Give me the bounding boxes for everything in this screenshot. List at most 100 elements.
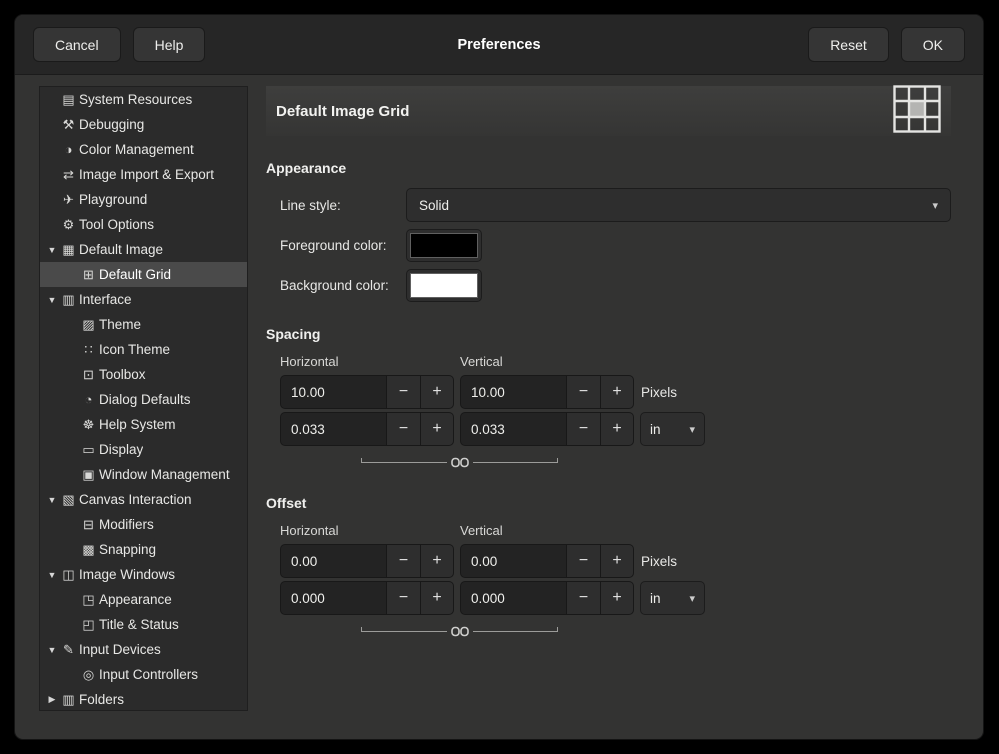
sidebar-item-color-management[interactable]: ◑Color Management (40, 137, 247, 162)
plus-icon[interactable]: + (420, 544, 454, 578)
sidebar-item-help-system[interactable]: ☸Help System (40, 412, 247, 437)
sidebar-item-dialog-defaults[interactable]: ◔Dialog Defaults (40, 387, 247, 412)
sidebar-item-canvas-interaction[interactable]: ▼▧Canvas Interaction (40, 487, 247, 512)
sidebar-item-image-windows[interactable]: ▼◫Image Windows (40, 562, 247, 587)
sidebar-item-label: Color Management (79, 142, 194, 157)
sidebar-item-image-import-export[interactable]: ⇄Image Import & Export (40, 162, 247, 187)
sidebar-item-theme[interactable]: ▨Theme (40, 312, 247, 337)
page-header: Default Image Grid (266, 86, 951, 136)
help-button[interactable]: Help (133, 27, 206, 62)
plus-icon[interactable]: + (420, 412, 454, 446)
offset-vertical-units-input[interactable] (460, 581, 566, 615)
sidebar-item-window-management[interactable]: ▣Window Management (40, 462, 247, 487)
offset-unit-dropdown[interactable]: in ▾ (640, 581, 705, 615)
sidebar-item-toolbox[interactable]: ⊡Toolbox (40, 362, 247, 387)
spacing-unit-dropdown[interactable]: in ▾ (640, 412, 705, 446)
offset-vertical-pixels-spinner: − + (460, 544, 634, 578)
expander-icon[interactable]: ▼ (44, 295, 60, 305)
reset-button[interactable]: Reset (808, 27, 889, 62)
sidebar-item-display[interactable]: ▭Display (40, 437, 247, 462)
chain-line (473, 631, 559, 632)
plus-icon[interactable]: + (420, 581, 454, 615)
help-system-icon: ☸ (80, 417, 97, 433)
sidebar-item-icon-theme[interactable]: ∷Icon Theme (40, 337, 247, 362)
sidebar-item-modifiers[interactable]: ⊟Modifiers (40, 512, 247, 537)
toolbox-icon: ⊡ (80, 367, 97, 383)
expander-icon[interactable]: ▼ (44, 245, 60, 255)
titlebar: Cancel Help Preferences Reset OK (15, 15, 983, 75)
foreground-swatch (410, 233, 478, 258)
minus-icon[interactable]: − (566, 544, 600, 578)
spacing-horizontal-units-input[interactable] (280, 412, 386, 446)
plus-icon[interactable]: + (420, 375, 454, 409)
offset-section: Offset Horizontal Vertical − + (266, 495, 951, 640)
minus-icon[interactable]: − (386, 375, 420, 409)
sidebar-item-appearance[interactable]: ◳Appearance (40, 587, 247, 612)
broken-chain-icon[interactable] (447, 625, 473, 638)
sidebar-item-default-image[interactable]: ▼▦Default Image (40, 237, 247, 262)
color-management-icon: ◑ (60, 142, 77, 157)
offset-units-row: − + − + in ▾ (280, 581, 951, 615)
ok-button[interactable]: OK (901, 27, 965, 62)
sidebar-item-title-status[interactable]: ◰Title & Status (40, 612, 247, 637)
default-image-icon: ▦ (60, 242, 77, 258)
offset-unit-value: in (650, 591, 661, 606)
spacing-vertical-units-input[interactable] (460, 412, 566, 446)
sidebar-item-label: Default Image (79, 242, 163, 257)
background-color-button[interactable] (406, 269, 482, 302)
plus-icon[interactable]: + (600, 581, 634, 615)
plus-icon[interactable]: + (600, 375, 634, 409)
interface-icon: ▥ (60, 292, 77, 308)
foreground-color-label: Foreground color: (280, 238, 406, 253)
minus-icon[interactable]: − (566, 412, 600, 446)
title-status-icon: ◰ (80, 617, 97, 633)
sidebar-item-system-resources[interactable]: ▤System Resources (40, 87, 247, 112)
spacing-vertical-label: Vertical (460, 354, 640, 369)
sidebar-item-debugging[interactable]: ⚒Debugging (40, 112, 247, 137)
offset-vertical-pixels-input[interactable] (460, 544, 566, 578)
sidebar-item-label: Playground (79, 192, 147, 207)
minus-icon[interactable]: − (386, 544, 420, 578)
sidebar-item-label: Window Management (99, 467, 230, 482)
sidebar-item-snapping[interactable]: ▩Snapping (40, 537, 247, 562)
cancel-button[interactable]: Cancel (33, 27, 121, 62)
expander-icon[interactable]: ▼ (44, 645, 60, 655)
expander-icon[interactable]: ▶ (44, 694, 60, 705)
sidebar-item-input-devices[interactable]: ▼✎Input Devices (40, 637, 247, 662)
offset-link-widget[interactable] (361, 622, 558, 640)
offset-horizontal-label: Horizontal (280, 523, 460, 538)
minus-icon[interactable]: − (386, 412, 420, 446)
plus-icon[interactable]: + (600, 544, 634, 578)
broken-chain-icon[interactable] (447, 456, 473, 469)
sidebar-item-playground[interactable]: ✈Playground (40, 187, 247, 212)
sidebar-item-label: Input Controllers (99, 667, 198, 682)
expander-icon[interactable]: ▼ (44, 495, 60, 505)
spacing-horizontal-label: Horizontal (280, 354, 460, 369)
offset-column-headers: Horizontal Vertical (280, 523, 951, 538)
sidebar-item-default-grid[interactable]: ⊞Default Grid (40, 262, 247, 287)
display-icon: ▭ (80, 442, 97, 458)
offset-horizontal-units-input[interactable] (280, 581, 386, 615)
theme-icon: ▨ (80, 317, 97, 333)
minus-icon[interactable]: − (386, 581, 420, 615)
plus-icon[interactable]: + (600, 412, 634, 446)
offset-section-title: Offset (266, 495, 951, 511)
spacing-horizontal-pixels-input[interactable] (280, 375, 386, 409)
sidebar-item-input-controllers[interactable]: ◎Input Controllers (40, 662, 247, 687)
offset-horizontal-pixels-input[interactable] (280, 544, 386, 578)
spacing-pixels-unit-label: Pixels (641, 385, 677, 400)
offset-horizontal-units-spinner: − + (280, 581, 454, 615)
sidebar-item-label: Folders (79, 692, 124, 707)
sidebar-item-folders[interactable]: ▶▥Folders (40, 687, 247, 711)
sidebar-item-interface[interactable]: ▼▥Interface (40, 287, 247, 312)
dialog-defaults-icon: ◔ (80, 392, 97, 407)
sidebar-item-tool-options[interactable]: ⚙Tool Options (40, 212, 247, 237)
foreground-color-button[interactable] (406, 229, 482, 262)
spacing-pixels-row: − + − + Pixels (280, 375, 951, 409)
line-style-dropdown[interactable]: Solid ▾ (406, 188, 951, 222)
expander-icon[interactable]: ▼ (44, 570, 60, 580)
minus-icon[interactable]: − (566, 581, 600, 615)
spacing-link-widget[interactable] (361, 453, 558, 471)
minus-icon[interactable]: − (566, 375, 600, 409)
spacing-vertical-pixels-input[interactable] (460, 375, 566, 409)
